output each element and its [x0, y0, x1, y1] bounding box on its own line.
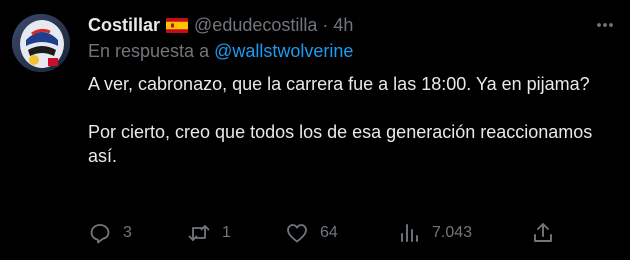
- action-bar: 3 1 64 7.043: [0, 219, 630, 247]
- like-count: 64: [320, 224, 338, 241]
- retweet-count: 1: [222, 224, 231, 241]
- more-options-button[interactable]: [592, 12, 618, 38]
- display-name[interactable]: Costillar: [88, 15, 160, 36]
- reply-context: En respuesta a @wallstwolverine: [88, 41, 353, 62]
- views-count: 7.043: [432, 224, 473, 241]
- share-button[interactable]: [531, 219, 555, 247]
- separator-dot: ·: [322, 14, 329, 35]
- avatar[interactable]: [12, 14, 70, 72]
- reply-button[interactable]: 3: [88, 219, 132, 247]
- reply-prefix: En respuesta a: [88, 41, 210, 61]
- reply-count: 3: [123, 224, 132, 241]
- timestamp[interactable]: 4h: [333, 15, 353, 36]
- heart-icon: [287, 224, 307, 243]
- reply-to-link[interactable]: @wallstwolverine: [214, 41, 353, 61]
- tweet-header: Costillar @edudecostilla · 4h: [88, 13, 353, 37]
- retweet-button[interactable]: 1: [187, 219, 231, 247]
- views-chart-icon: [401, 224, 418, 242]
- reply-icon: [90, 224, 110, 244]
- avatar-image: [12, 14, 70, 72]
- more-options-icon: [597, 23, 613, 27]
- share-icon: [534, 223, 552, 242]
- tweet-paragraph: A ver, cabronazo, que la carrera fue a l…: [88, 74, 590, 94]
- tweet-text: A ver, cabronazo, que la carrera fue a l…: [88, 72, 608, 168]
- retweet-icon: [188, 225, 210, 241]
- user-handle[interactable]: @edudecostilla: [194, 15, 317, 36]
- spain-flag-icon: [166, 17, 189, 33]
- like-button[interactable]: 64: [285, 219, 338, 247]
- tweet-paragraph: Por cierto, creo que todos los de esa ge…: [88, 122, 593, 166]
- views-button[interactable]: 7.043: [397, 219, 472, 247]
- tweet[interactable]: Costillar @edudecostilla · 4h En respues…: [0, 0, 630, 260]
